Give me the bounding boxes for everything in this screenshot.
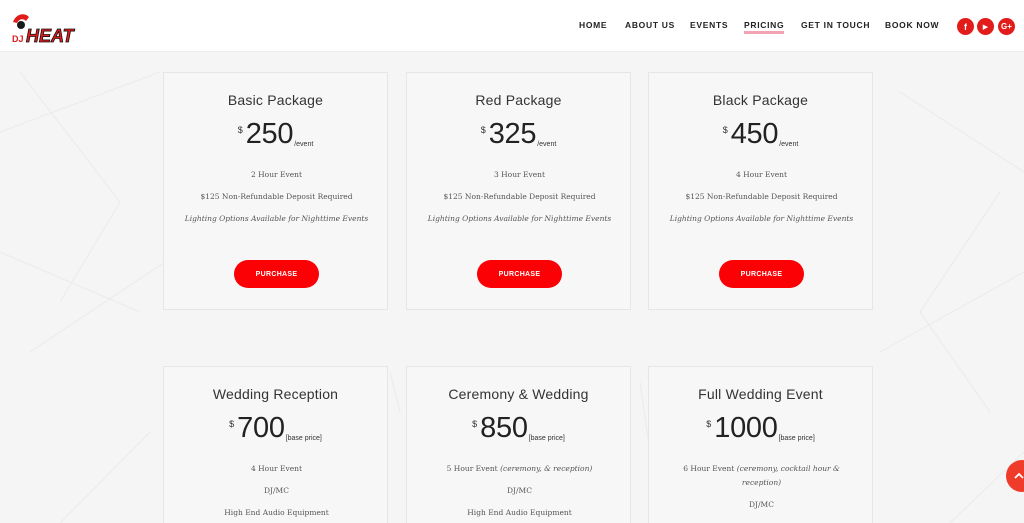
feature-audio: High End Audio Equipment — [224, 508, 329, 517]
svg-text:DJ: DJ — [12, 34, 24, 44]
price: $ 850 [base price] — [407, 411, 630, 445]
feature-dj-mc: DJ/MC — [264, 486, 289, 495]
site-header: DJ HEAT HOME ABOUT US EVENTS PRICING GET… — [0, 0, 1024, 52]
price-amount: 450 — [730, 118, 779, 150]
main-nav: HOME ABOUT US EVENTS PRICING GET IN TOUC… — [0, 20, 1024, 34]
pricing-card-ceremony-wedding: Ceremony & Wedding $ 850 [base price] 5 … — [406, 366, 631, 523]
feature-dj-mc: DJ/MC — [507, 486, 532, 495]
price-currency: $ — [237, 125, 243, 135]
feature-audio: High End Audio Equipment — [467, 508, 572, 517]
feature-duration: 4 Hour Event — [250, 464, 302, 473]
feature-deposit: $125 Non-Refundable Deposit Required — [685, 192, 838, 201]
feature-duration: 4 Hour Event — [735, 170, 787, 179]
price-unit: [base price] — [778, 435, 815, 442]
feature-lighting: Lighting Options Available for Nighttime… — [184, 214, 369, 223]
price-currency: $ — [472, 419, 478, 429]
price: $ 325 /event — [407, 117, 630, 151]
card-title: Basic Package — [227, 92, 324, 108]
feature-dj-mc: DJ/MC — [749, 500, 774, 509]
price-unit: [base price] — [285, 435, 322, 442]
price-currency: $ — [706, 419, 712, 429]
price-amount: 325 — [488, 118, 537, 150]
chevron-up-icon — [1014, 472, 1024, 479]
feature-duration-hours: 5 Hour Event — [446, 464, 498, 473]
card-title: Wedding Reception — [212, 386, 339, 402]
google-plus-icon[interactable]: G+ — [998, 18, 1015, 35]
card-title: Black Package — [712, 92, 809, 108]
feature-lighting: Lighting Options Available for Nighttime… — [427, 214, 612, 223]
price: $ 1000 [base price] — [649, 411, 872, 445]
nav-get-in-touch[interactable]: GET IN TOUCH — [801, 20, 870, 30]
price-amount: 250 — [245, 118, 294, 150]
nav-book-now[interactable]: BOOK NOW — [885, 20, 939, 30]
pricing-card-basic: Basic Package $ 250 /event 2 Hour Event … — [163, 72, 388, 310]
price-amount: 700 — [237, 412, 285, 444]
price-unit: /event — [537, 141, 557, 148]
pricing-card-black: Black Package $ 450 /event 4 Hour Event … — [648, 72, 873, 310]
price: $ 450 /event — [649, 117, 872, 151]
feature-duration-detail: (ceremony, & reception) — [500, 464, 593, 473]
nav-events[interactable]: EVENTS — [690, 20, 728, 30]
purchase-button[interactable]: PURCHASE — [477, 260, 562, 288]
card-title: Ceremony & Wedding — [448, 386, 589, 402]
pricing-card-red: Red Package $ 325 /event 3 Hour Event $1… — [406, 72, 631, 310]
facebook-icon[interactable]: f — [957, 18, 974, 35]
price-amount: 1000 — [714, 412, 778, 444]
price: $ 700 [base price] — [164, 411, 387, 445]
price-currency: $ — [722, 125, 728, 135]
pricing-card-full-wedding: Full Wedding Event $ 1000 [base price] 6… — [648, 366, 873, 523]
feature-duration: 5 Hour Event (ceremony, & reception) — [427, 462, 612, 476]
price: $ 250 /event — [164, 117, 387, 151]
price-unit: /event — [779, 141, 799, 148]
feature-duration: 2 Hour Event — [250, 170, 302, 179]
nav-home[interactable]: HOME — [579, 20, 607, 30]
price-unit: [base price] — [528, 435, 565, 442]
feature-deposit: $125 Non-Refundable Deposit Required — [200, 192, 353, 201]
card-title: Full Wedding Event — [698, 386, 823, 402]
price-amount: 850 — [480, 412, 528, 444]
price-unit: /event — [294, 141, 314, 148]
purchase-button[interactable]: PURCHASE — [719, 260, 804, 288]
price-currency: $ — [229, 419, 235, 429]
feature-lighting: Lighting Options Available for Nighttime… — [669, 214, 854, 223]
feature-duration: 6 Hour Event (ceremony, cocktail hour & … — [669, 462, 854, 490]
card-title: Red Package — [475, 92, 562, 108]
price-currency: $ — [480, 125, 486, 135]
feature-duration-detail: (ceremony, cocktail hour & reception) — [736, 464, 840, 487]
feature-deposit: $125 Non-Refundable Deposit Required — [443, 192, 596, 201]
purchase-button[interactable]: PURCHASE — [234, 260, 319, 288]
nav-pricing[interactable]: PRICING — [744, 20, 785, 34]
nav-about-us[interactable]: ABOUT US — [625, 20, 675, 30]
pricing-card-wedding-reception: Wedding Reception $ 700 [base price] 4 H… — [163, 366, 388, 523]
youtube-icon[interactable]: ▶ — [977, 18, 994, 35]
feature-duration: 3 Hour Event — [493, 170, 545, 179]
feature-duration-hours: 6 Hour Event — [683, 464, 735, 473]
